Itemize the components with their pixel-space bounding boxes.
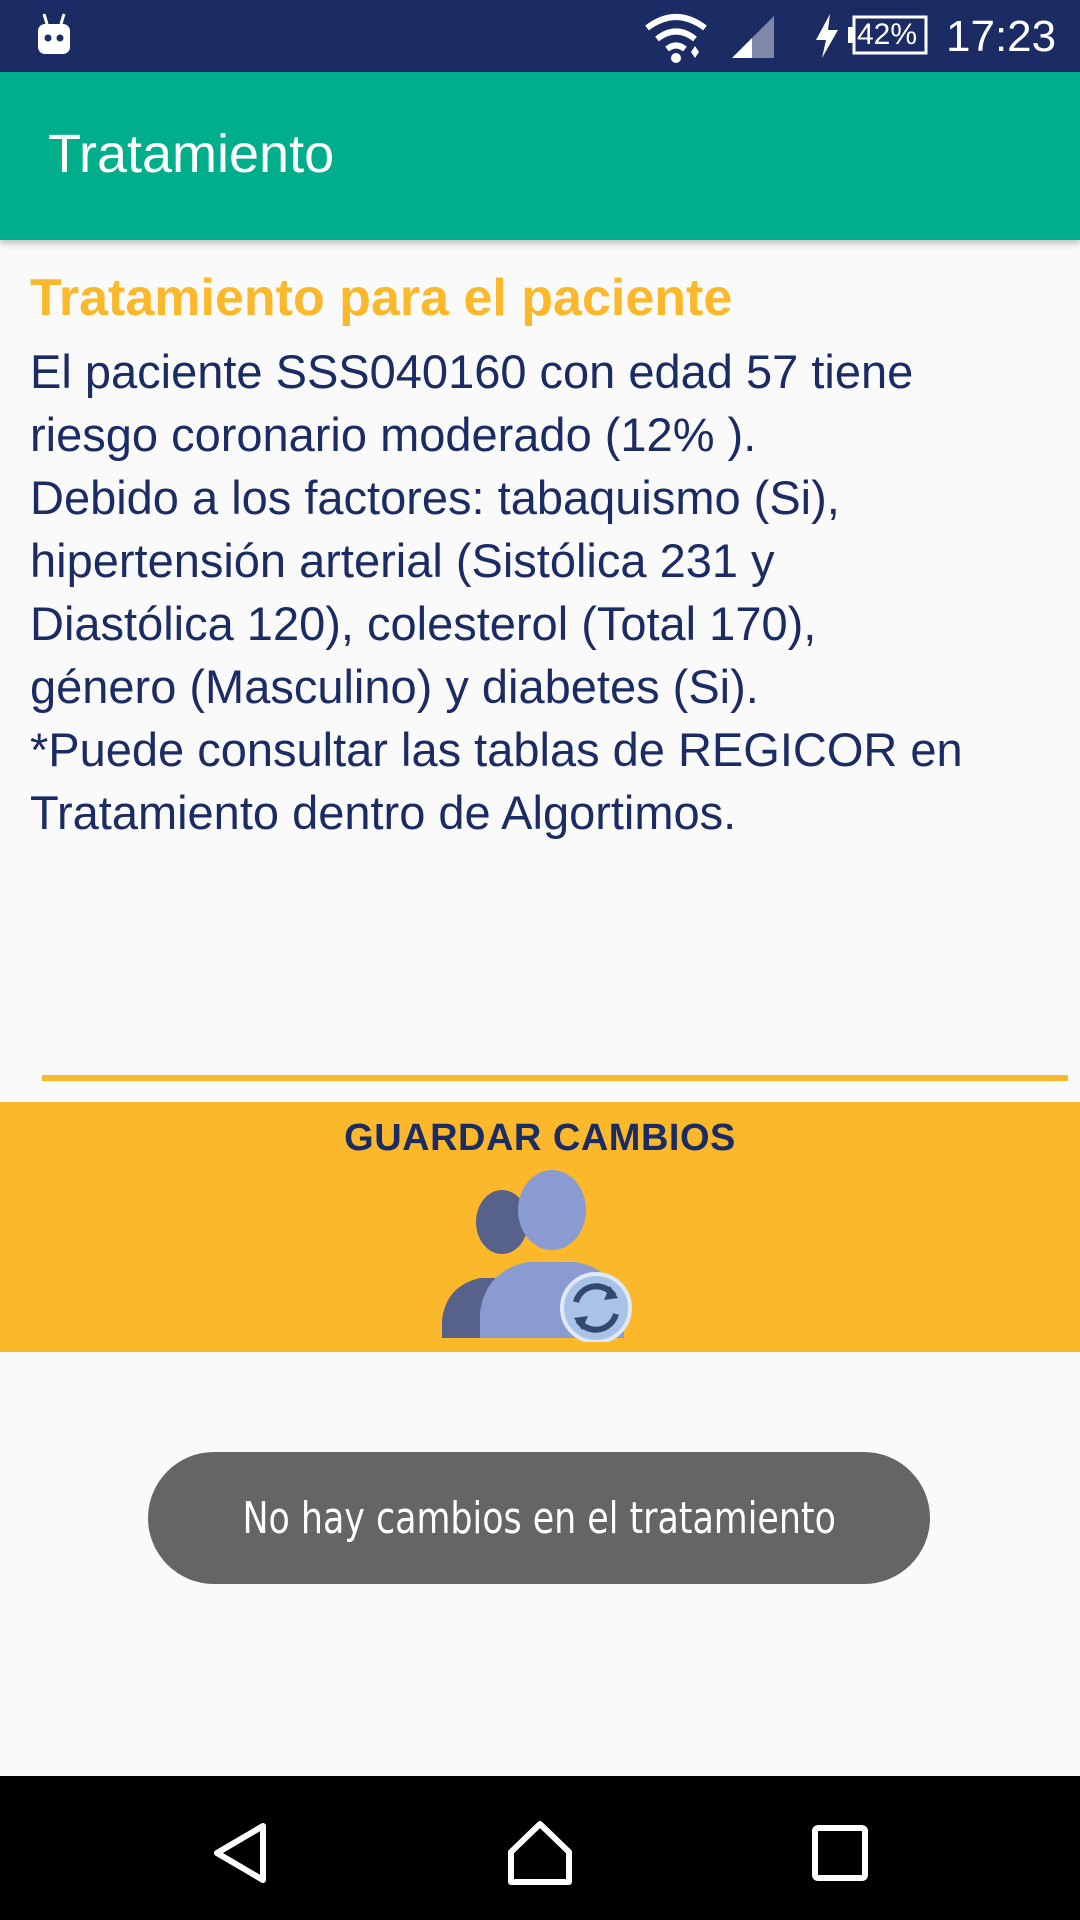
toast-text: No hay cambios en el tratamiento xyxy=(242,1492,836,1544)
description-line: *Puede consultar las tablas de REGICOR e… xyxy=(30,723,963,776)
description-line: Diastólica 120), colesterol (Total 170), xyxy=(30,597,817,650)
recent-apps-icon[interactable] xyxy=(805,1818,875,1888)
navigation-bar xyxy=(0,1776,1080,1920)
description-line: género (Masculino) y diabetes (Si). xyxy=(30,660,759,713)
treatment-description: El paciente SSS040160 con edad 57 tiene … xyxy=(30,340,1070,844)
signal-icon xyxy=(732,16,774,58)
wifi-icon xyxy=(645,14,707,63)
save-changes-button[interactable]: GUARDAR CAMBIOS xyxy=(0,1102,1080,1352)
back-icon[interactable] xyxy=(205,1818,275,1888)
users-sync-icon xyxy=(442,1170,632,1342)
app-bar: Tratamiento xyxy=(0,72,1080,240)
description-line: riesgo coronario moderado (12% ). xyxy=(30,408,757,461)
battery-percent: 42% xyxy=(856,18,918,51)
save-changes-label: GUARDAR CAMBIOS xyxy=(344,1117,736,1159)
home-icon[interactable] xyxy=(505,1818,575,1888)
description-line: El paciente SSS040160 con edad 57 tiene xyxy=(30,345,914,398)
charging-icon xyxy=(816,14,838,58)
description-line: Tratamiento dentro de Algortimos. xyxy=(30,786,737,839)
status-bar: 42% 17:23 xyxy=(0,0,1080,72)
clock: 17:23 xyxy=(946,12,1057,61)
page-title: Tratamiento xyxy=(48,124,335,184)
divider xyxy=(42,1075,1068,1081)
section-title: Tratamiento para el paciente xyxy=(30,269,733,327)
android-debug-icon xyxy=(38,13,70,54)
toast-message: No hay cambios en el tratamiento xyxy=(148,1452,930,1584)
description-line: Debido a los factores: tabaquismo (Si), xyxy=(30,471,840,524)
description-line: hipertensión arterial (Sistólica 231 y xyxy=(30,534,775,587)
